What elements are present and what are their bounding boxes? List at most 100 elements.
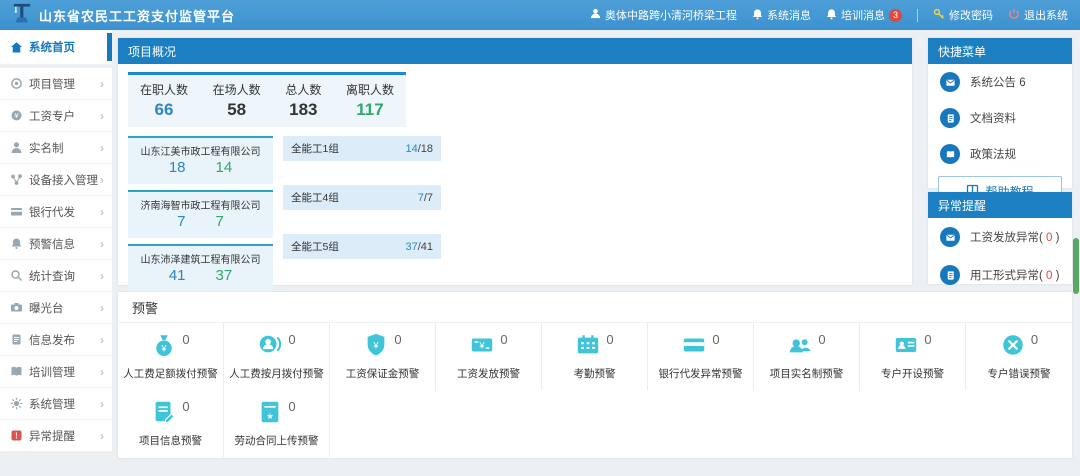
warning-labor-contract-upload[interactable]: ★ 0 劳动合同上传预警	[224, 390, 330, 457]
overview-body: 在职人数 66 在场人数 58 总人数 183 离职人数 117	[118, 64, 912, 306]
sidebar-item-system-mgmt[interactable]: 系统管理 ›	[0, 387, 112, 419]
banknote-yuan-icon: ¥	[469, 332, 495, 363]
company-card[interactable]: 山东江美市政工程有限公司 18 14	[128, 136, 273, 184]
warning-labor-fee-full-payment[interactable]: ¥ 0 人工费足额拨付预警	[118, 323, 224, 390]
document-icon	[8, 333, 24, 346]
chevron-right-icon: ›	[100, 269, 104, 283]
stat-left: 离职人数 117	[346, 81, 394, 120]
gear-icon	[8, 397, 24, 410]
change-password-menu[interactable]: 修改密码	[933, 7, 993, 23]
warnings-panel: 预警 ¥ 0 人工费足额拨付预警 0 人工费按月拨付	[118, 292, 1072, 458]
chevron-right-icon: ›	[100, 109, 104, 123]
search-icon	[8, 269, 24, 282]
person-broadcast-icon	[257, 332, 283, 363]
quick-item-documents[interactable]: 文档资料	[928, 100, 1072, 136]
sidebar-item-wage-account[interactable]: ¥ 工资专户 ›	[0, 99, 112, 131]
chevron-right-icon: ›	[100, 365, 104, 379]
bell-icon	[826, 8, 837, 23]
svg-text:¥: ¥	[161, 344, 168, 354]
alert-icon: !	[8, 429, 24, 442]
company-card[interactable]: 济南海智市政工程有限公司 7 7	[128, 190, 273, 238]
brand: 山东省农民工工资支付监管平台	[12, 2, 235, 29]
book-icon	[8, 365, 24, 378]
quick-item-announcements[interactable]: 系统公告 6	[928, 64, 1072, 100]
warning-bank-payment-exception[interactable]: 0 银行代发异常预警	[648, 323, 754, 390]
work-group-list: 全能工1组 14/18 全能工4组 7/7 全能工5组 37/41	[283, 136, 441, 298]
project-overview-panel: 项目概况 在职人数 66 在场人数 58 总人数 183 离职人数 117	[118, 38, 912, 285]
warnings-grid: ¥ 0 人工费足额拨付预警 0 人工费按月拨付预警 ¥	[118, 323, 1072, 457]
warning-labor-fee-monthly-payment[interactable]: 0 人工费按月拨付预警	[224, 323, 330, 390]
warning-project-info[interactable]: 0 项目信息预警	[118, 390, 224, 457]
sidebar-menu-block: 项目管理 › ¥ 工资专户 › 实名制 › 设备	[0, 68, 112, 451]
exception-item-wage-payment[interactable]: 工资发放异常( 0 )	[928, 218, 1072, 256]
sidebar-home-block: 系统首页	[0, 30, 112, 64]
sidebar-item-real-name[interactable]: 实名制 ›	[0, 131, 112, 163]
warning-account-opening[interactable]: 0 专户开设预警	[860, 323, 966, 390]
current-project-menu[interactable]: 奥体中路跨小清河桥梁工程	[590, 7, 737, 23]
work-group-row[interactable]: 全能工1组 14/18	[283, 136, 441, 161]
sidebar: 系统首页 项目管理 › ¥ 工资专户 ›	[0, 30, 112, 451]
warnings-header: 预警	[118, 292, 1072, 323]
chevron-right-icon: ›	[100, 141, 104, 155]
sidebar-item-device-access[interactable]: 设备接入管理 ›	[0, 163, 112, 195]
page-title: 山东省农民工工资支付监管平台	[39, 6, 235, 25]
company-on-duty: 41	[169, 267, 186, 284]
work-group-row[interactable]: 全能工5组 37/41	[283, 234, 441, 259]
logout-menu[interactable]: 退出系统	[1008, 7, 1068, 23]
panel-header: 项目概况	[118, 38, 912, 64]
warning-wage-deposit[interactable]: ¥ 0 工资保证金预警	[330, 323, 436, 390]
chevron-right-icon: ›	[100, 77, 104, 91]
yuan-coin-icon: ¥	[8, 109, 24, 122]
chevron-right-icon: ›	[100, 301, 104, 315]
document-edit-icon	[151, 399, 177, 430]
warning-account-error[interactable]: 0 专户错误预警	[966, 323, 1072, 390]
mail-icon	[940, 72, 960, 92]
panel-header: 异常提醒	[928, 192, 1072, 218]
bank-card-icon	[8, 205, 24, 218]
header-menu: 奥体中路跨小清河桥梁工程 系统消息 培训消息 3 修改密码	[590, 7, 1068, 23]
book-icon	[940, 144, 960, 164]
project-icon	[8, 77, 24, 90]
sidebar-item-home[interactable]: 系统首页	[0, 30, 112, 64]
svg-text:!: !	[15, 431, 18, 440]
company-on-site: 7	[216, 213, 224, 230]
stat-on-duty: 在职人数 66	[140, 81, 188, 120]
sidebar-item-bank-payment[interactable]: 银行代发 ›	[0, 195, 112, 227]
vertical-scrollbar-thumb[interactable]	[1073, 238, 1079, 294]
mail-icon	[940, 227, 960, 247]
svg-text:★: ★	[267, 411, 274, 421]
app-window: 山东省农民工工资支付监管平台 奥体中路跨小清河桥梁工程 系统消息 培训消息	[0, 0, 1080, 476]
warning-wage-payment[interactable]: ¥ 0 工资发放预警	[436, 323, 542, 390]
sidebar-item-stats-query[interactable]: 统计查询 ›	[0, 259, 112, 291]
training-messages-menu[interactable]: 培训消息 3	[826, 7, 902, 23]
company-on-duty: 18	[169, 159, 186, 176]
document-icon	[940, 108, 960, 128]
svg-text:¥: ¥	[373, 340, 380, 350]
system-messages-menu[interactable]: 系统消息	[752, 7, 811, 23]
sidebar-item-warning-info[interactable]: 预警信息 ›	[0, 227, 112, 259]
work-group-row[interactable]: 全能工4组 7/7	[283, 185, 441, 210]
device-nodes-icon	[8, 173, 24, 186]
quick-item-policies[interactable]: 政策法规	[928, 136, 1072, 172]
warning-project-real-name[interactable]: 0 项目实名制预警	[754, 323, 860, 390]
sidebar-item-exception-reminder[interactable]: ! 异常提醒 ›	[0, 419, 112, 451]
calendar-icon	[575, 332, 601, 363]
sidebar-item-training-mgmt[interactable]: 培训管理 ›	[0, 355, 112, 387]
money-bag-icon: ¥	[151, 332, 177, 363]
exception-reminder-panel: 异常提醒 工资发放异常( 0 ) 用工形式异常( 0 )	[928, 192, 1072, 284]
document-star-icon: ★	[257, 399, 283, 430]
person-icon	[8, 141, 24, 154]
stat-total: 总人数 183	[285, 81, 321, 120]
quick-menu-panel: 快捷菜单 系统公告 6 文档资料 政策法规 帮助教程	[928, 38, 1072, 188]
sidebar-item-info-publish[interactable]: 信息发布 ›	[0, 323, 112, 355]
bell-icon	[752, 8, 763, 23]
menu-divider	[917, 9, 918, 22]
company-card[interactable]: 山东沛泽建筑工程有限公司 41 37	[128, 244, 273, 292]
warning-attendance[interactable]: 0 考勤预警	[542, 323, 648, 390]
sidebar-item-exposure[interactable]: 曝光台 ›	[0, 291, 112, 323]
training-badge: 3	[889, 9, 902, 22]
sidebar-item-project-mgmt[interactable]: 项目管理 ›	[0, 68, 112, 99]
company-on-duty: 7	[177, 213, 185, 230]
exception-item-employment-form[interactable]: 用工形式异常( 0 )	[928, 256, 1072, 294]
alarm-icon	[8, 237, 24, 250]
